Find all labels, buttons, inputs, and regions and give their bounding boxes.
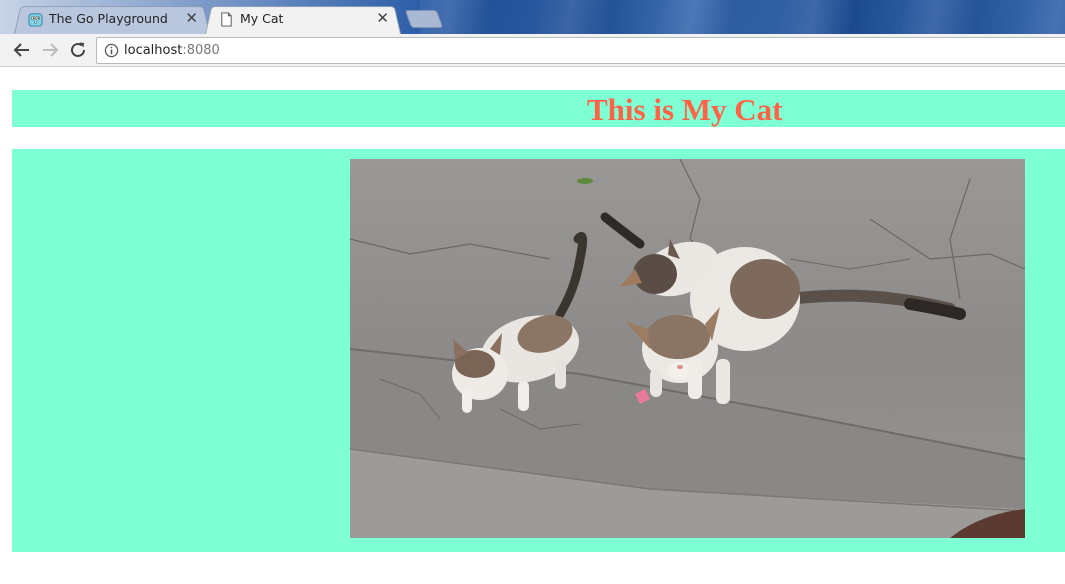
- info-icon[interactable]: [104, 43, 119, 58]
- kittens-image: [350, 159, 1025, 538]
- close-icon[interactable]: ✕: [185, 9, 198, 27]
- url-text[interactable]: localhost:8080: [124, 43, 220, 58]
- page-icon: [221, 12, 232, 27]
- close-icon[interactable]: ✕: [376, 9, 389, 27]
- cat-photo: [350, 159, 1025, 538]
- url-host: localhost: [124, 43, 183, 58]
- page-title: This is My Cat: [587, 92, 783, 127]
- url-port: :8080: [182, 43, 220, 58]
- gopher-icon: [28, 13, 43, 27]
- reload-icon[interactable]: [67, 39, 89, 61]
- tab-my-cat[interactable]: My Cat ✕: [205, 4, 401, 34]
- heading-banner: This is My Cat: [12, 90, 1065, 127]
- tab-strip: The Go Playground ✕ My Cat ✕: [0, 0, 1065, 34]
- browser-toolbar: localhost:8080: [0, 34, 1065, 67]
- forward-arrow-icon[interactable]: [39, 39, 61, 61]
- tabstrip-background: [420, 0, 1065, 34]
- tab-shape: [205, 6, 401, 34]
- tab-go-playground[interactable]: The Go Playground ✕: [14, 4, 210, 34]
- tab-title: The Go Playground: [49, 11, 168, 26]
- tab-title: My Cat: [240, 11, 284, 26]
- image-container: [12, 149, 1065, 552]
- back-arrow-icon[interactable]: [11, 39, 33, 61]
- address-bar[interactable]: localhost:8080: [96, 37, 1065, 64]
- new-tab-button[interactable]: [404, 10, 444, 28]
